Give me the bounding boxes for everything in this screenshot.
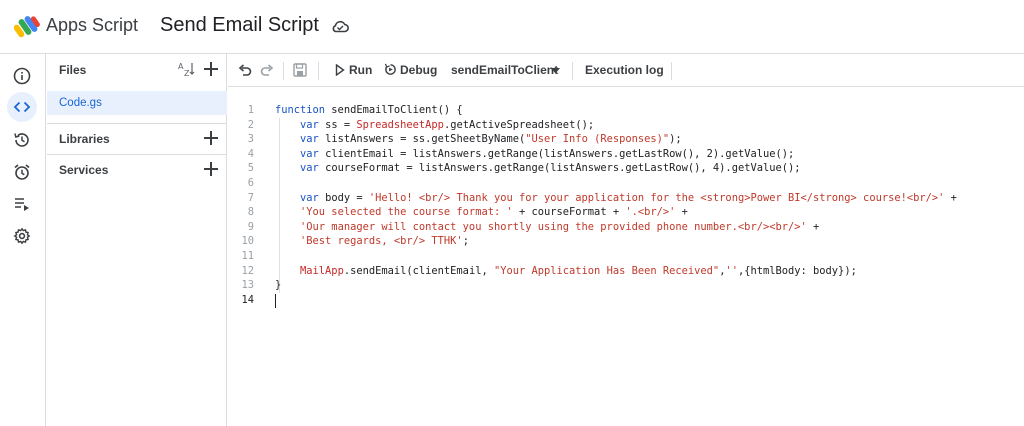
redo-icon[interactable]: [259, 62, 275, 78]
code-text[interactable]: function sendEmailToClient() {: [275, 104, 463, 116]
code-line[interactable]: 8 'You selected the course format: ' + c…: [228, 206, 1024, 221]
play-icon: [335, 64, 345, 76]
line-number: 5: [247, 162, 254, 175]
code-text[interactable]: var courseFormat = listAnswers.getRange(…: [275, 162, 800, 174]
function-select-value: sendEmailToClient: [451, 63, 559, 77]
code-line[interactable]: 12 MailApp.sendEmail(clientEmail, "Your …: [228, 265, 1024, 280]
code-text[interactable]: 'You selected the course format: ' + cou…: [275, 206, 688, 218]
code-area[interactable]: 1 function sendEmailToClient() { 2 var ss …: [228, 104, 1024, 308]
executions-button[interactable]: [7, 189, 37, 219]
code-text[interactable]: 'Best regards, <br/> TTHK';: [275, 235, 469, 247]
add-library-icon[interactable]: [204, 131, 218, 145]
services-label: Services: [59, 163, 109, 177]
code-text[interactable]: var clientEmail = listAnswers.getRange(l…: [275, 148, 794, 160]
files-title: Files: [59, 63, 87, 77]
code-line[interactable]: 1 function sendEmailToClient() {: [228, 104, 1024, 119]
settings-button[interactable]: [7, 221, 37, 251]
line-number: 14: [241, 293, 254, 306]
overview-button[interactable]: [7, 61, 37, 91]
history-icon: [14, 133, 29, 147]
sort-az-icon[interactable]: A Z: [178, 61, 196, 77]
execution-log-button[interactable]: Execution log: [582, 58, 666, 82]
line-number: 1: [247, 104, 254, 116]
triggers-button[interactable]: [7, 157, 37, 187]
debug-icon: [384, 63, 396, 75]
editor-toolbar: Run Debug sendEmailToClient Execution lo…: [228, 54, 1024, 86]
cloud-saved-icon: [332, 20, 349, 33]
line-number: 9: [247, 220, 254, 233]
code-text[interactable]: var listAnswers = ss.getSheetByName("Use…: [275, 133, 682, 145]
libraries-row[interactable]: Libraries: [47, 124, 227, 152]
run-label: Run: [349, 63, 373, 77]
execution-log-label: Execution log: [585, 63, 664, 77]
editor-button[interactable]: [7, 92, 37, 122]
line-number: 10: [241, 235, 254, 248]
code-text[interactable]: }: [275, 279, 281, 291]
editor-divider: [228, 86, 1024, 87]
line-number: 6: [247, 176, 254, 189]
history-button[interactable]: [7, 125, 37, 155]
line-number: 2: [247, 118, 254, 131]
line-number: 8: [247, 206, 254, 219]
debug-label: Debug: [400, 63, 438, 77]
file-name: Code.gs: [59, 97, 102, 109]
function-select[interactable]: sendEmailToClient: [449, 58, 565, 82]
toolbar-separator: [671, 62, 672, 80]
add-file-icon[interactable]: [204, 62, 218, 76]
line-number: 11: [241, 249, 254, 262]
files-panel: Files A Z Code.gs Libraries Services: [47, 54, 227, 426]
brand-name[interactable]: Apps Script: [46, 15, 138, 36]
alarm-icon: [14, 164, 30, 180]
toolbar-separator: [318, 62, 319, 80]
navigation-rail: [0, 54, 46, 426]
code-line[interactable]: 11: [228, 250, 1024, 265]
code-line[interactable]: 3 var listAnswers = ss.getSheetByName("U…: [228, 133, 1024, 148]
line-number: 7: [247, 191, 254, 204]
code-line[interactable]: 14: [228, 293, 1024, 309]
line-number: 3: [247, 133, 254, 146]
debug-button[interactable]: Debug: [381, 58, 439, 82]
add-service-icon[interactable]: [204, 162, 218, 176]
code-text[interactable]: var body = 'Hello! <br/> Thank you for y…: [275, 192, 957, 204]
code-line[interactable]: 10 'Best regards, <br/> TTHK';: [228, 235, 1024, 250]
code-line[interactable]: 6: [228, 177, 1024, 192]
line-number: 13: [241, 279, 254, 292]
text-cursor: [275, 293, 276, 308]
toolbar-separator: [283, 62, 284, 80]
code-line[interactable]: 9 'Our manager will contact you shortly …: [228, 221, 1024, 236]
run-button[interactable]: Run: [331, 58, 373, 82]
code-line[interactable]: 7 var body = 'Hello! <br/> Thank you for…: [228, 192, 1024, 207]
code-text[interactable]: 'Our manager will contact you shortly us…: [275, 221, 819, 233]
line-number: 12: [241, 264, 254, 277]
undo-icon[interactable]: [237, 62, 253, 78]
svg-text:Z: Z: [184, 69, 190, 77]
code-text[interactable]: MailApp.sendEmail(clientEmail, "Your App…: [275, 265, 857, 277]
apps-script-logo[interactable]: [14, 14, 42, 40]
code-line[interactable]: 5 var courseFormat = listAnswers.getRang…: [228, 162, 1024, 177]
libraries-label: Libraries: [59, 132, 110, 146]
services-row[interactable]: Services: [47, 155, 227, 183]
executions-icon: [15, 198, 29, 211]
project-title[interactable]: Send Email Script: [160, 14, 319, 37]
info-icon: [13, 67, 31, 85]
line-number: 4: [247, 147, 254, 160]
toolbar-separator: [572, 62, 573, 80]
code-line[interactable]: 2 var ss = SpreadsheetApp.getActiveSprea…: [228, 119, 1024, 134]
settings-icon: [13, 227, 31, 245]
code-line[interactable]: 4 var clientEmail = listAnswers.getRange…: [228, 148, 1024, 163]
top-bar: Apps Script Send Email Script: [0, 0, 1024, 54]
file-item-code-gs[interactable]: Code.gs: [47, 91, 227, 115]
code-icon: [13, 101, 31, 113]
code-editor[interactable]: 1 function sendEmailToClient() { 2 var ss …: [228, 86, 1024, 426]
code-line[interactable]: 13}: [228, 279, 1024, 294]
save-icon[interactable]: [292, 62, 308, 78]
files-header: Files A Z: [47, 54, 227, 86]
code-text[interactable]: var ss = SpreadsheetApp.getActiveSpreads…: [275, 119, 594, 131]
chevron-down-icon: [551, 68, 560, 74]
